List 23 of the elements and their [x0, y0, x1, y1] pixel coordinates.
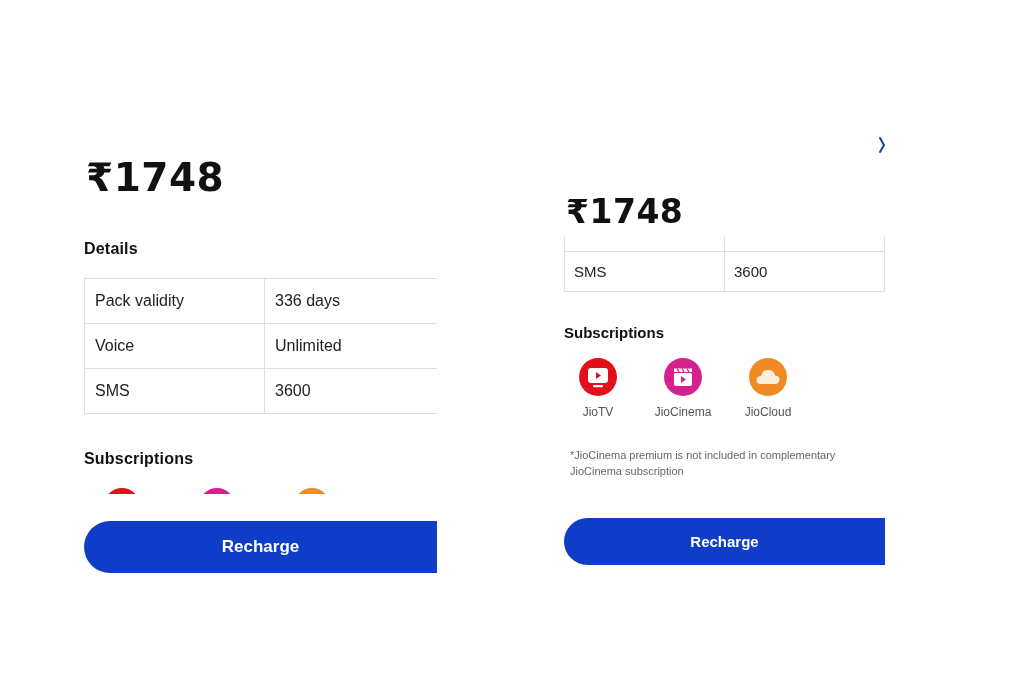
table-cell: 3600: [264, 369, 437, 413]
table-cell: Pack validity: [84, 279, 264, 323]
section-heading: Details: [84, 239, 138, 259]
table-cell: Unlimited: [264, 324, 437, 368]
table-cell: SMS: [564, 252, 724, 291]
section-heading: Subscriptions: [84, 449, 194, 469]
app-label: JioTV: [582, 405, 614, 419]
section-heading: Subscriptions: [564, 324, 664, 342]
app-label: JioCloud: [744, 405, 792, 419]
recharge-button[interactable]: Recharge: [84, 521, 437, 573]
cloud-icon[interactable]: [749, 358, 787, 396]
chevron-icon[interactable]: [879, 137, 885, 153]
table-cell: SMS: [84, 369, 264, 413]
table-cell: 3600: [724, 252, 885, 291]
recharge-button[interactable]: Recharge: [564, 518, 885, 565]
table-cell: Voice: [84, 324, 264, 368]
tv-icon[interactable]: [579, 358, 617, 396]
table-cell: 336 days: [264, 279, 437, 323]
price-amount: ₹1748: [566, 192, 684, 232]
price-amount: ₹1748: [86, 154, 225, 202]
app-label: JioCinema: [654, 405, 712, 419]
clapperboard-icon[interactable]: [664, 358, 702, 396]
footnote-text: *JioCinema premium is not included in complementary JioCinema subscription: [570, 448, 837, 479]
